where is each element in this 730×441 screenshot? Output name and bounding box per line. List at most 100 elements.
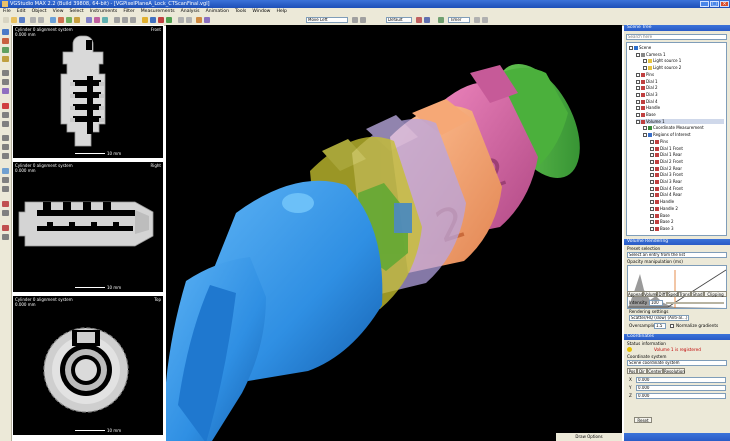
tree-item[interactable]: Dial 4 Rear [650,192,724,198]
tree-item[interactable]: Base [636,112,724,117]
tree-item[interactable]: Dial 2 Rear [650,166,724,171]
rendering-dropdown[interactable]: Scatter/HQ (slow) (Anti-al...) [629,315,689,321]
tree-item[interactable]: Dial 1 Rear [650,152,724,158]
visibility-checkbox[interactable] [643,126,647,131]
visibility-checkbox[interactable] [650,206,654,211]
tree-item[interactable]: Volume 1 [636,118,724,124]
axis-x-input[interactable]: 0.000 [636,377,726,383]
tree-item[interactable]: Handle [636,105,724,111]
zoom-in-icon[interactable] [2,135,9,141]
redo-icon[interactable] [38,17,44,23]
visibility-checkbox[interactable] [636,106,640,111]
tree-item[interactable]: Base 2 [650,219,724,225]
ruler-icon[interactable] [2,112,9,118]
new-icon[interactable] [3,17,9,23]
tree-item[interactable]: Dial 2 Front [650,159,724,164]
visibility-checkbox[interactable] [643,133,647,138]
visibility-checkbox[interactable] [636,113,640,117]
region-tool-icon[interactable] [94,17,100,23]
tree-item[interactable]: Camera 1 [636,52,724,57]
visibility-checkbox[interactable] [650,220,654,225]
tree-item[interactable]: Dial 2 [636,85,724,91]
menu-view[interactable]: View [50,8,67,15]
text-icon[interactable] [2,210,9,216]
pen-icon[interactable] [2,225,9,231]
tree-item[interactable]: Light source 1 [643,58,724,64]
tree-item[interactable]: Dial 3 Rear [650,179,724,184]
undo-icon[interactable] [30,17,36,23]
tree-item[interactable]: Dial 4 [636,99,724,104]
tree-item[interactable]: Pins [636,72,724,77]
move-tool-icon[interactable] [58,17,64,23]
layout-icon[interactable] [178,17,184,23]
visibility-checkbox[interactable] [650,226,654,231]
slice-view-right[interactable]: Cylinder 0 alignment system 0.000 mm Rig… [12,161,164,293]
window-title-bar[interactable]: VGStudio MAX 2.2 (Build 39808, 64-bit) -… [0,0,730,8]
tree-item[interactable]: Handle 2 [650,206,724,211]
menu-help[interactable]: Help [273,8,289,15]
minimize-button[interactable]: _ [700,1,709,7]
menu-select[interactable]: Select [66,8,86,15]
view-mode-select[interactable]: Move Left [306,17,348,23]
marker-icon[interactable] [2,103,9,109]
tab-resolution[interactable]: Resolution [663,368,685,374]
visibility-checkbox[interactable] [650,139,654,144]
view-front-icon[interactable] [114,17,120,23]
tree-item[interactable]: Light source 2 [643,65,724,71]
pan-icon[interactable] [352,17,358,23]
tab-pos[interactable]: Pos [627,368,637,374]
visibility-checkbox[interactable] [636,52,640,57]
eraser-icon[interactable] [2,234,9,240]
lasso-icon[interactable] [2,47,9,53]
axis-y-input[interactable]: 0.000 [636,385,726,391]
tree-item[interactable]: Base 3 [650,226,724,231]
tab-volume[interactable]: Volume [643,291,659,297]
clip-icon[interactable] [204,17,210,23]
save-icon[interactable] [19,17,25,23]
tab-dir[interactable]: Dir [637,368,647,374]
tab-shad[interactable]: Shad [691,291,704,297]
fit-icon[interactable] [360,17,366,23]
render-icon[interactable] [196,17,202,23]
tree-item[interactable]: Dial 1 Front [650,146,724,151]
menu-object[interactable]: Object [29,8,50,15]
cs-dropdown[interactable]: Scene coordinate system [627,360,727,366]
visibility-checkbox[interactable] [636,79,640,84]
visibility-checkbox[interactable] [650,153,654,158]
timer-select[interactable]: Timer [448,17,470,23]
tab-diff[interactable]: Diff [657,291,667,297]
tab-clipping[interactable]: Clipping [704,291,727,297]
tree-item[interactable]: Base [650,213,724,218]
visibility-checkbox[interactable] [650,146,654,151]
normalize-checkbox[interactable] [670,324,674,328]
visibility-checkbox[interactable] [650,186,654,191]
zoom-tool-icon[interactable] [74,17,80,23]
tab-trans[interactable]: Trans [678,291,691,297]
visibility-checkbox[interactable] [650,213,654,218]
slice-view-top[interactable]: Cylinder 0 alignment system 0.000 mm Top… [12,295,164,436]
maximize-button[interactable]: □ [710,1,719,7]
tab-center[interactable]: Center [647,368,663,374]
visibility-checkbox[interactable] [650,200,654,205]
menu-analysis[interactable]: Analysis [178,8,203,15]
menu-filter[interactable]: Filter [120,8,137,15]
open-icon[interactable] [11,17,17,23]
visibility-checkbox[interactable] [643,59,647,64]
tree-item[interactable]: Regions of Interest [643,132,724,138]
angle-icon[interactable] [2,121,9,127]
3d-view[interactable]: 2 2 [166,25,622,441]
tree-item[interactable]: Dial 3 Front [650,172,724,178]
visibility-checkbox[interactable] [650,173,654,178]
menu-edit[interactable]: Edit [14,8,29,15]
crosshair-icon[interactable] [2,186,9,192]
visibility-checkbox[interactable] [650,166,654,171]
visibility-checkbox[interactable] [643,66,647,71]
slice-view-front[interactable]: Cylinder 0 alignment system 0.000 mm Fro… [12,25,164,159]
brush-icon[interactable] [2,38,9,44]
ellipse-select-icon[interactable] [2,79,9,85]
tree-item[interactable]: Dial 1 [636,79,724,84]
rect-select-icon[interactable] [2,70,9,76]
menu-animation[interactable]: Animation [203,8,232,15]
menu-instruments[interactable]: Instruments [87,8,121,15]
tree-item[interactable]: Dial 3 [636,92,724,97]
